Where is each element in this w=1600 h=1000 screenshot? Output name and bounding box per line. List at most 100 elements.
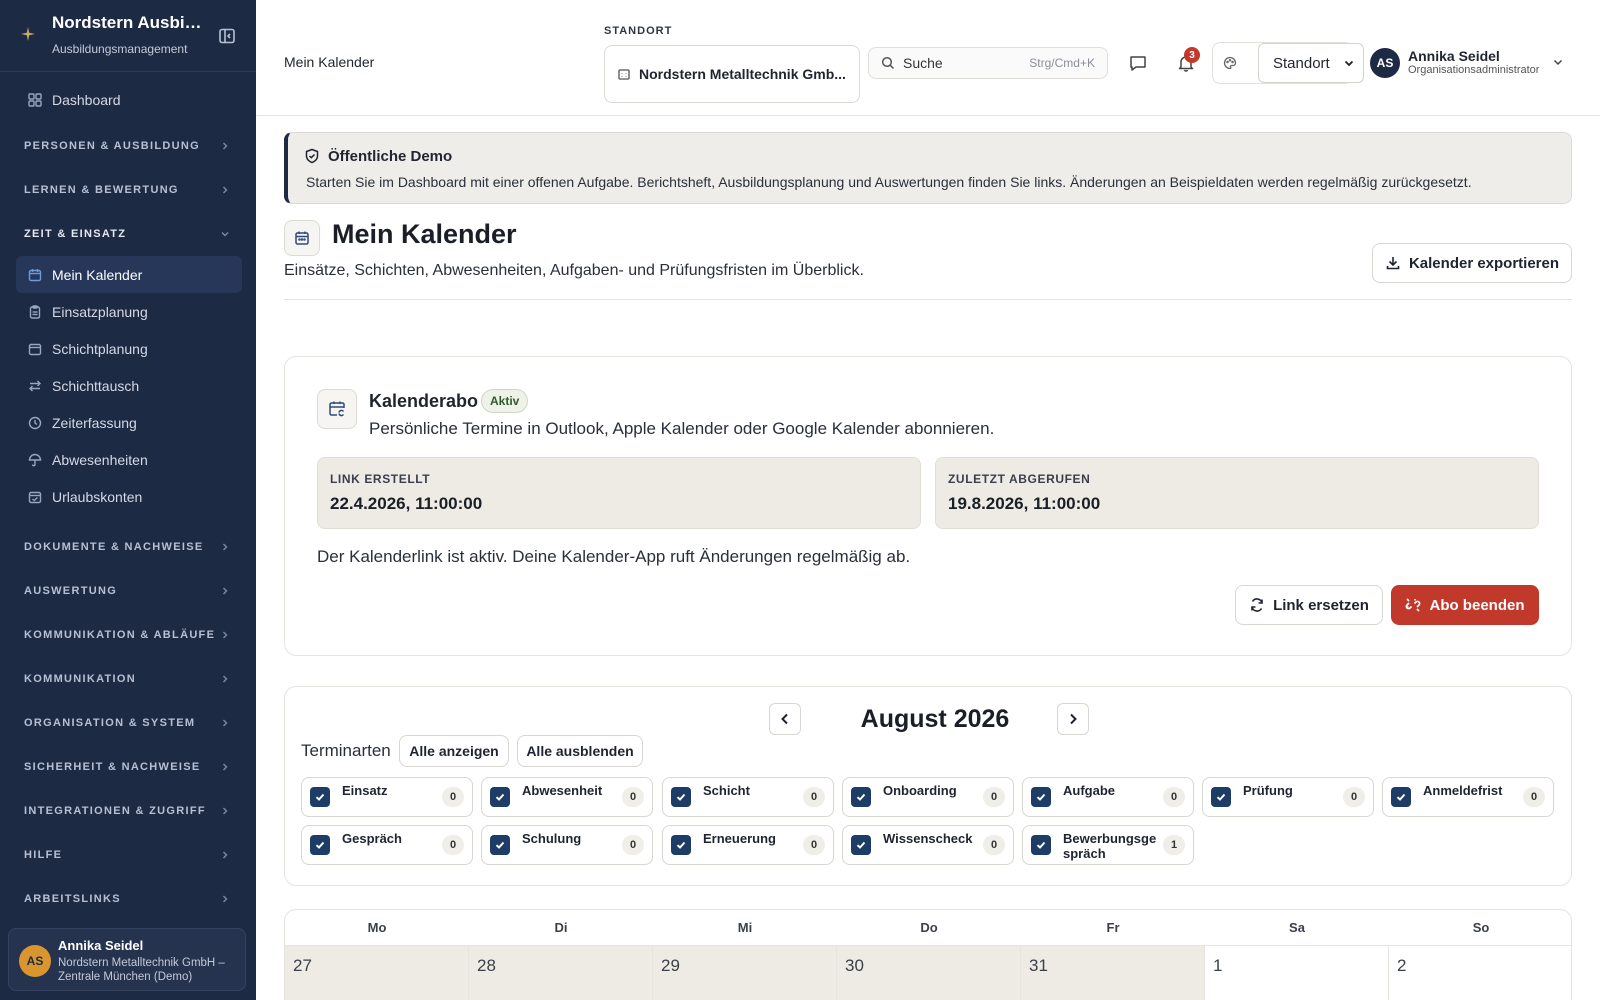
day-cell[interactable]: 2: [1389, 946, 1571, 1000]
event-type-filter[interactable]: Gespräch 0: [301, 825, 473, 865]
day-cell[interactable]: 29: [653, 946, 837, 1000]
chevron-down-icon[interactable]: [1552, 56, 1564, 68]
sidebar-item-zeiterfassung[interactable]: Zeiterfassung: [16, 404, 242, 441]
sidebar-item-label: Schichtplanung: [52, 340, 148, 357]
avatar[interactable]: AS: [1370, 48, 1400, 78]
sidebar-user-card[interactable]: AS Annika Seidel Nordstern Metalltechnik…: [8, 928, 246, 991]
demo-title: Öffentliche Demo: [328, 148, 453, 165]
sidebar-group-lernen[interactable]: LERNEN & BEWERTUNG: [0, 168, 256, 212]
sidebar-group-integrationen[interactable]: INTEGRATIONEN & ZUGRIFF: [0, 789, 256, 833]
sidebar-header: Nordstern Ausbil... Ausbildungsmanagemen…: [0, 0, 256, 72]
week-row: 27 28 29 30 31 1 2: [285, 946, 1571, 1000]
sidebar-item-label: Schichttausch: [52, 377, 140, 394]
sidebar-item-einsatzplanung[interactable]: Einsatzplanung: [16, 293, 242, 330]
event-type-filter[interactable]: Schulung 0: [481, 825, 653, 865]
shield-check-icon: [305, 148, 319, 164]
day-cell[interactable]: 31: [1021, 946, 1205, 1000]
replace-link-label: Link ersetzen: [1273, 596, 1369, 614]
event-type-filter[interactable]: Aufgabe 0: [1022, 777, 1194, 817]
checkbox[interactable]: [1031, 835, 1051, 855]
standort-select[interactable]: Standort: [1258, 43, 1364, 83]
event-type-count: 0: [622, 835, 644, 855]
show-all-button[interactable]: Alle anzeigen: [399, 735, 509, 767]
stat-label: LINK ERSTELLT: [330, 472, 431, 486]
day-cell[interactable]: 1: [1205, 946, 1389, 1000]
event-type-filter[interactable]: Erneuerung 0: [662, 825, 834, 865]
checkbox[interactable]: [671, 835, 691, 855]
checkbox[interactable]: [1211, 787, 1231, 807]
checkbox[interactable]: [1391, 787, 1411, 807]
event-type-label: Gespräch: [342, 831, 402, 846]
next-month-button[interactable]: [1057, 703, 1089, 735]
sidebar-group-organisation[interactable]: ORGANISATION & SYSTEM: [0, 701, 256, 745]
chevron-right-icon: [223, 587, 228, 595]
sidebar-group-sicherheit[interactable]: SICHERHEIT & NACHWEISE: [0, 745, 256, 789]
umbrella-icon: [28, 453, 42, 466]
event-type-filter[interactable]: Bewerbungsgespräch 1: [1022, 825, 1194, 865]
event-type-filter[interactable]: Einsatz 0: [301, 777, 473, 817]
event-type-filter[interactable]: Abwesenheit 0: [481, 777, 653, 817]
sidebar-group-personen[interactable]: PERSONEN & AUSBILDUNG: [0, 124, 256, 168]
chevron-right-icon: [223, 631, 228, 639]
standort-selector[interactable]: Nordstern Metalltechnik Gmb...: [604, 45, 860, 103]
day-cell[interactable]: 27: [285, 946, 469, 1000]
event-type-label: Wissenscheck: [883, 831, 973, 846]
chevron-left-icon: [781, 713, 788, 725]
subscription-subtitle: Persönliche Termine in Outlook, Apple Ka…: [369, 419, 995, 438]
search-shortcut: Strg/Cmd+K: [1029, 56, 1095, 70]
hide-all-button[interactable]: Alle ausblenden: [517, 735, 643, 767]
status-badge: Aktiv: [481, 389, 529, 413]
event-type-label: Abwesenheit: [522, 783, 603, 798]
checkbox[interactable]: [310, 787, 330, 807]
sidebar-item-label: Zeiterfassung: [52, 414, 137, 431]
check-icon: [495, 841, 505, 849]
chevron-right-icon: [1070, 713, 1077, 725]
sidebar-group-kommunikation[interactable]: KOMMUNIKATION: [0, 657, 256, 701]
user-name[interactable]: Annika Seidel: [1408, 48, 1500, 64]
user-location: Nordstern Metalltechnik GmbH – Zentrale …: [58, 957, 225, 983]
event-types-label: Terminarten: [301, 741, 391, 760]
checkbox[interactable]: [310, 835, 330, 855]
checkbox[interactable]: [671, 787, 691, 807]
weekday-label: Di: [554, 920, 568, 935]
search-input[interactable]: Suche Strg/Cmd+K: [868, 47, 1108, 79]
sidebar-group-kommunikation-ablaeufe[interactable]: KOMMUNIKATION & ABLÄUFE: [0, 613, 256, 657]
event-type-filter[interactable]: Wissenscheck 0: [842, 825, 1014, 865]
calendar-subscription-card: Kalenderabo Aktiv Persönliche Termine in…: [284, 356, 1572, 656]
event-type-filter[interactable]: Anmeldefrist 0: [1382, 777, 1554, 817]
sidebar-group-zeit[interactable]: ZEIT & EINSATZ: [0, 212, 256, 256]
sidebar-item-dashboard[interactable]: Dashboard: [16, 80, 242, 120]
chat-icon[interactable]: [1128, 53, 1148, 73]
subscription-title: Kalenderabo: [369, 391, 479, 411]
sidebar-collapse-icon[interactable]: [218, 27, 236, 45]
checkbox[interactable]: [490, 787, 510, 807]
page-icon: [284, 220, 320, 256]
weekday-label: Mo: [367, 920, 387, 935]
sidebar-group-hilfe[interactable]: HILFE: [0, 833, 256, 877]
sidebar-item-abwesenheiten[interactable]: Abwesenheiten: [16, 441, 242, 478]
sidebar-item-schichttausch[interactable]: Schichttausch: [16, 367, 242, 404]
subscription-icon-box: [317, 389, 357, 429]
sidebar-group-arbeitslinks[interactable]: ARBEITSLINKS: [0, 877, 256, 921]
event-type-filter[interactable]: Onboarding 0: [842, 777, 1014, 817]
checkbox[interactable]: [490, 835, 510, 855]
replace-link-button[interactable]: Link ersetzen: [1235, 585, 1383, 625]
export-calendar-button[interactable]: Kalender exportieren: [1372, 243, 1572, 283]
sidebar-group-auswertung[interactable]: AUSWERTUNG: [0, 569, 256, 613]
checkbox[interactable]: [1031, 787, 1051, 807]
sidebar-item-urlaubskonten[interactable]: Urlaubskonten: [16, 478, 242, 515]
sidebar-group-dokumente[interactable]: DOKUMENTE & NACHWEISE: [0, 525, 256, 569]
event-type-filter[interactable]: Prüfung 0: [1202, 777, 1374, 817]
day-cell[interactable]: 28: [469, 946, 653, 1000]
chevron-right-icon: [223, 763, 228, 771]
end-subscription-button[interactable]: Abo beenden: [1391, 585, 1539, 625]
prev-month-button[interactable]: [769, 703, 801, 735]
event-type-filter[interactable]: Schicht 0: [662, 777, 834, 817]
day-cell[interactable]: 30: [837, 946, 1021, 1000]
checkbox[interactable]: [851, 835, 871, 855]
sidebar-item-mein-kalender[interactable]: Mein Kalender: [16, 256, 242, 293]
stat-value: 22.4.2026, 11:00:00: [330, 494, 483, 513]
event-type-label: Schicht: [703, 783, 750, 798]
sidebar-item-schichtplanung[interactable]: Schichtplanung: [16, 330, 242, 367]
checkbox[interactable]: [851, 787, 871, 807]
